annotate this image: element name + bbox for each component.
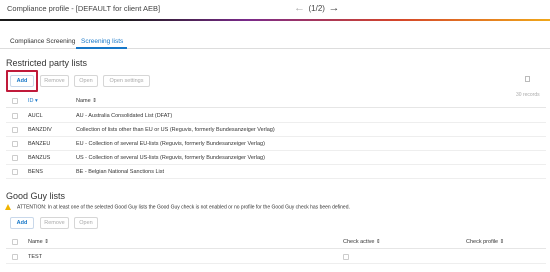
row-name: TEST bbox=[28, 254, 43, 260]
column-check-profile-label: Check profile bbox=[466, 239, 499, 245]
row-name: EU - Collection of several EU-lists (Reg… bbox=[76, 141, 265, 147]
row-checkbox[interactable] bbox=[12, 169, 18, 175]
row-name: AU - Australia Consolidated List (DFAT) bbox=[76, 113, 173, 119]
table-row[interactable]: TEST bbox=[6, 251, 546, 264]
row-id: BENS bbox=[28, 169, 43, 175]
profile-pager: ← (1/2) → bbox=[294, 2, 339, 14]
column-check-active-label: Check active bbox=[343, 239, 375, 245]
row-checkbox[interactable] bbox=[12, 113, 18, 119]
row-checkbox[interactable] bbox=[12, 127, 18, 133]
tab-bar: Compliance Screening Screening lists bbox=[0, 34, 550, 49]
arrow-right-icon[interactable]: → bbox=[328, 2, 339, 14]
table-row[interactable]: BANZEU EU - Collection of several EU-lis… bbox=[6, 138, 546, 151]
row-checkbox[interactable] bbox=[12, 141, 18, 147]
tab-screening-lists[interactable]: Screening lists bbox=[81, 38, 123, 45]
column-name-label: Name bbox=[76, 98, 91, 104]
column-name-label: Name bbox=[28, 239, 43, 245]
restricted-table-header: ID ▾ Name ⇕ bbox=[6, 94, 546, 108]
good-guy-table-header: Name ⇕ Check active ⇕ Check profile ⇕ bbox=[6, 235, 546, 249]
column-id-label: ID bbox=[28, 98, 34, 104]
good-guy-open-button[interactable]: Open bbox=[74, 217, 98, 229]
good-guy-remove-button[interactable]: Remove bbox=[40, 217, 69, 229]
good-guy-warning: ATTENTION: In at least one of the select… bbox=[5, 204, 350, 210]
table-row[interactable]: BANZDIV Collection of lists other than E… bbox=[6, 124, 546, 137]
active-tab-indicator bbox=[76, 47, 127, 49]
row-checkbox[interactable] bbox=[12, 155, 18, 161]
table-row[interactable]: AUCL AU - Australia Consolidated List (D… bbox=[6, 110, 546, 123]
row-id: BANZEU bbox=[28, 141, 51, 147]
sort-icon: ⇕ bbox=[499, 239, 505, 245]
column-id[interactable]: ID ▾ bbox=[28, 98, 38, 104]
select-all-checkbox[interactable] bbox=[12, 239, 18, 245]
warning-icon bbox=[5, 204, 11, 210]
row-name: BE - Belgian National Sanctions List bbox=[76, 169, 165, 175]
restricted-party-lists-title: Restricted party lists bbox=[6, 58, 88, 68]
open-settings-button[interactable]: Open settings bbox=[103, 75, 150, 87]
add-button-highlight bbox=[6, 70, 38, 92]
remove-button[interactable]: Remove bbox=[40, 75, 69, 87]
column-check-active[interactable]: Check active ⇕ bbox=[343, 239, 381, 245]
warning-text: ATTENTION: In at least one of the select… bbox=[17, 204, 350, 211]
check-active-checkbox[interactable] bbox=[343, 254, 349, 260]
sort-desc-icon: ▾ bbox=[35, 98, 38, 104]
filter-icon[interactable] bbox=[525, 76, 531, 82]
select-all-checkbox[interactable] bbox=[12, 98, 18, 104]
row-id: BANZUS bbox=[28, 155, 51, 161]
column-check-profile[interactable]: Check profile ⇕ bbox=[466, 239, 504, 245]
open-button[interactable]: Open bbox=[74, 75, 98, 87]
arrow-left-icon[interactable]: ← bbox=[294, 2, 305, 14]
table-row[interactable]: BENS BE - Belgian National Sanctions Lis… bbox=[6, 166, 546, 179]
title-bar: Compliance profile - [DEFAULT for client… bbox=[0, 0, 550, 20]
row-checkbox[interactable] bbox=[12, 254, 18, 260]
table-row[interactable]: BANZUS US - Collection of several US-lis… bbox=[6, 152, 546, 165]
good-guy-add-button[interactable]: Add bbox=[10, 217, 34, 229]
pager-label: (1/2) bbox=[308, 3, 325, 13]
row-id: BANZDIV bbox=[28, 127, 52, 133]
sort-icon: ⇕ bbox=[44, 239, 49, 245]
column-name[interactable]: Name ⇕ bbox=[28, 239, 49, 245]
row-id: AUCL bbox=[28, 113, 43, 119]
tab-compliance-screening[interactable]: Compliance Screening bbox=[10, 38, 75, 45]
app-title: Compliance profile - [DEFAULT for client… bbox=[7, 4, 161, 13]
row-name: Collection of lists other than EU or US … bbox=[76, 127, 275, 133]
sort-icon: ⇕ bbox=[92, 98, 97, 104]
good-guy-lists-title: Good Guy lists bbox=[6, 191, 66, 201]
row-name: US - Collection of several US-lists (Reg… bbox=[76, 155, 265, 161]
column-name[interactable]: Name ⇕ bbox=[76, 98, 97, 104]
sort-icon: ⇕ bbox=[376, 239, 381, 245]
accent-gradient-line bbox=[0, 19, 550, 21]
